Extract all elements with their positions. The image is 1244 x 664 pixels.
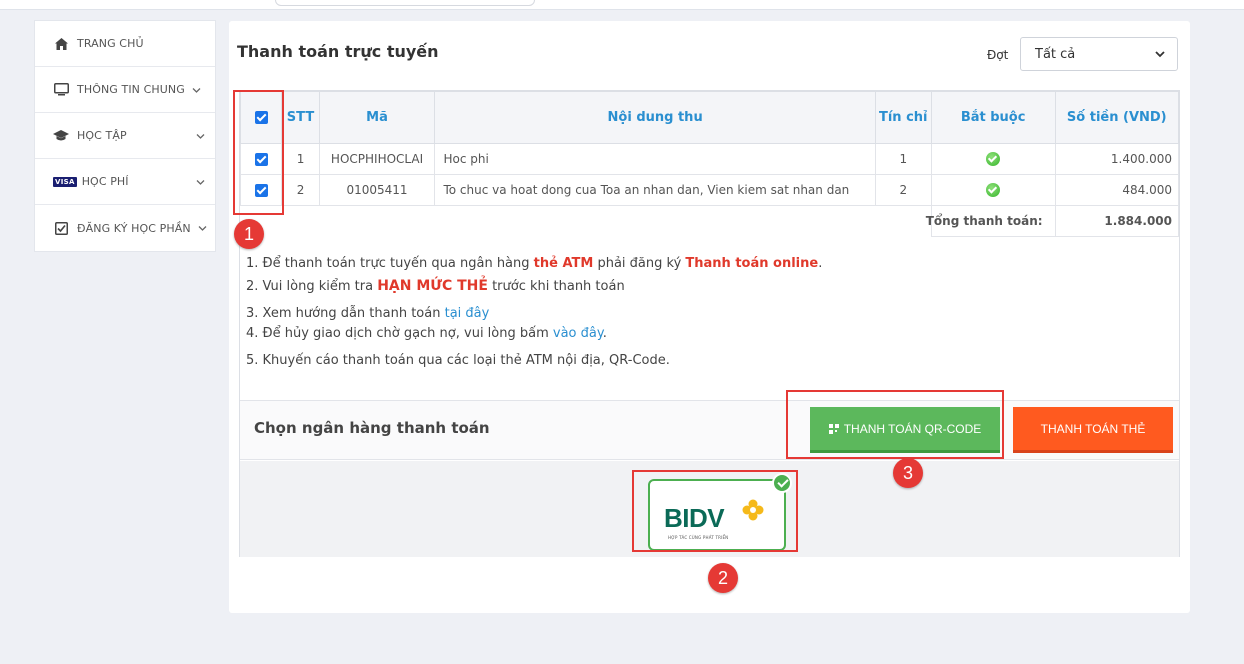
note-text: 2. Vui lòng kiểm tra <box>246 279 378 294</box>
note-emphasis: thẻ ATM <box>533 256 594 271</box>
total-label-text: Tổng thanh toán: <box>925 214 1043 228</box>
select-all-checkbox[interactable] <box>254 111 268 124</box>
chevron-down-icon <box>1153 47 1167 61</box>
column-header: Số tiền (VND) <box>1054 91 1180 144</box>
qr-payment-button[interactable]: THANH TOÁN QR-CODE <box>810 407 1000 453</box>
column-header: Bắt buộc <box>930 91 1056 144</box>
qr-code-icon <box>828 423 839 434</box>
selected-check-icon <box>772 473 792 493</box>
step-marker-1: 1 <box>234 219 264 249</box>
sidebar-item-hoc-phi[interactable]: VISA HỌC PHÍ <box>35 159 215 205</box>
note-text: phải đăng ký <box>593 256 686 271</box>
bank-section-title: Chọn ngân hàng thanh toán <box>254 419 490 437</box>
visa-card-icon: VISA <box>53 176 77 187</box>
bidv-logo: BIDV <box>664 503 725 533</box>
column-header: STT <box>281 91 320 144</box>
note-4: 4. Để hủy giao dịch chờ gạch nợ, vui lòn… <box>246 322 822 345</box>
row-checkbox[interactable] <box>254 184 268 197</box>
chevron-down-icon <box>198 222 207 235</box>
bidv-flower-icon <box>742 499 764 521</box>
column-header: Mã <box>318 91 436 144</box>
chevron-down-icon <box>196 129 205 142</box>
step-marker-2: 2 <box>708 563 738 593</box>
sidebar-item-label: HỌC PHÍ <box>81 175 129 188</box>
sidebar-item-label: TRANG CHỦ <box>77 37 144 50</box>
note-text: 1. Để thanh toán trực tuyến qua ngân hàn… <box>246 256 534 271</box>
sidebar-item-label: ĐĂNG KÝ HỌC PHẦN <box>77 221 191 235</box>
chevron-down-icon <box>196 175 205 188</box>
note-text: 4. Để hủy giao dịch chờ gạch nợ, vui lòn… <box>246 326 553 341</box>
amount-cell: 1.400.000 <box>1054 143 1180 175</box>
total-row: Tổng thanh toán: 1.884.000 <box>240 205 1180 237</box>
step-marker-3: 3 <box>893 458 923 488</box>
sidebar: TRANG CHỦ THÔNG TIN CHUNG HỌC TẬP VISA H… <box>34 20 216 252</box>
graduation-cap-icon <box>53 129 69 143</box>
table-row: 1 HOCPHIHOCLAI Hoc phi 1 1.400.000 <box>239 143 1180 175</box>
bank-options: BIDV HỢP TÁC CÙNG PHÁT TRIỂN <box>240 461 1179 557</box>
payment-frame: STT Mã Nội dung thu Tín chỉ Bắt buộc Số … <box>239 90 1180 557</box>
guide-link[interactable]: tại đây <box>445 306 490 321</box>
batch-select[interactable]: Tất cả <box>1020 37 1178 71</box>
table-row: 2 01005411 To chuc va hoat dong cua Toa … <box>239 174 1180 206</box>
sidebar-item-label: THÔNG TIN CHUNG <box>77 83 185 96</box>
amount-cell: 484.000 <box>1054 174 1180 206</box>
sidebar-item-hoc-tap[interactable]: HỌC TẬP <box>35 113 215 159</box>
cancel-transaction-link[interactable]: vào đây <box>553 326 603 341</box>
bank-selection-bar: Chọn ngân hàng thanh toán THANH TOÁN QR-… <box>240 400 1179 460</box>
checkbox-icon <box>53 221 69 235</box>
required-cell <box>930 143 1056 175</box>
sidebar-item-thong-tin-chung[interactable]: THÔNG TIN CHUNG <box>35 67 215 113</box>
credits-cell: 1 <box>874 143 932 175</box>
row-checkbox[interactable] <box>254 153 268 166</box>
bank-option-bidv[interactable]: BIDV HỢP TÁC CÙNG PHÁT TRIỂN <box>648 473 792 551</box>
fees-table: STT Mã Nội dung thu Tín chỉ Bắt buộc Số … <box>239 91 1180 237</box>
stt-cell: 1 <box>281 143 320 175</box>
credits-cell: 2 <box>874 174 932 206</box>
note-text: 3. Xem hướng dẫn thanh toán <box>246 306 445 321</box>
note-5: 5. Khuyến cáo thanh toán qua các loại th… <box>246 353 670 368</box>
home-icon <box>53 37 69 51</box>
qr-payment-label: THANH TOÁN QR-CODE <box>843 421 982 436</box>
card-payment-button[interactable]: THANH TOÁN THẺ <box>1013 407 1173 453</box>
required-check-icon <box>986 152 1001 167</box>
monitor-icon <box>53 83 69 97</box>
filter-label: Đợt <box>987 48 1009 62</box>
content-cell: To chuc va hoat dong cua Toa an nhan dan… <box>434 174 876 206</box>
row-select-cell[interactable] <box>239 174 283 206</box>
note-text: . <box>602 326 607 341</box>
content-cell: Hoc phi <box>434 143 876 175</box>
stt-cell: 2 <box>281 174 320 206</box>
column-header: Nội dung thu <box>434 91 876 144</box>
page-title: Thanh toán trực tuyến <box>237 42 439 61</box>
sidebar-item-trang-chu[interactable]: TRANG CHỦ <box>35 21 215 67</box>
note-emphasis: Thanh toán online <box>685 256 819 271</box>
note-emphasis: HẠN MỨC THẺ <box>377 278 488 294</box>
row-select-cell[interactable] <box>239 143 283 175</box>
note-text: trước khi thanh toán <box>487 279 625 294</box>
payment-panel: Thanh toán trực tuyến Đợt Tất cả STT Mã … <box>229 21 1190 613</box>
code-cell: 01005411 <box>318 174 436 206</box>
sidebar-item-dang-ky-hoc-phan[interactable]: ĐĂNG KÝ HỌC PHẦN <box>35 205 215 251</box>
top-bar <box>0 0 1244 10</box>
code-cell: HOCPHIHOCLAI <box>318 143 436 175</box>
required-check-icon <box>986 183 1001 198</box>
chevron-down-icon <box>192 83 201 96</box>
total-label: Tổng thanh toán: <box>926 205 1056 237</box>
bidv-slogan: HỢP TÁC CÙNG PHÁT TRIỂN <box>668 535 729 540</box>
note-text: . <box>818 256 823 271</box>
required-cell <box>930 174 1056 206</box>
total-value: 1.884.000 <box>1054 205 1180 237</box>
note-1: 1. Để thanh toán trực tuyến qua ngân hàn… <box>246 252 822 275</box>
select-all-header[interactable] <box>239 91 283 144</box>
column-header: Tín chỉ <box>874 91 932 144</box>
payment-notes: 1. Để thanh toán trực tuyến qua ngân hàn… <box>246 248 822 372</box>
batch-select-value: Tất cả <box>1035 46 1076 62</box>
top-search-pill[interactable] <box>275 0 535 6</box>
sidebar-item-label: HỌC TẬP <box>77 129 127 142</box>
card-payment-label: THANH TOÁN THẺ <box>1040 421 1146 436</box>
note-2: 2. Vui lòng kiểm tra HẠN MỨC THẺ trước k… <box>246 275 822 298</box>
